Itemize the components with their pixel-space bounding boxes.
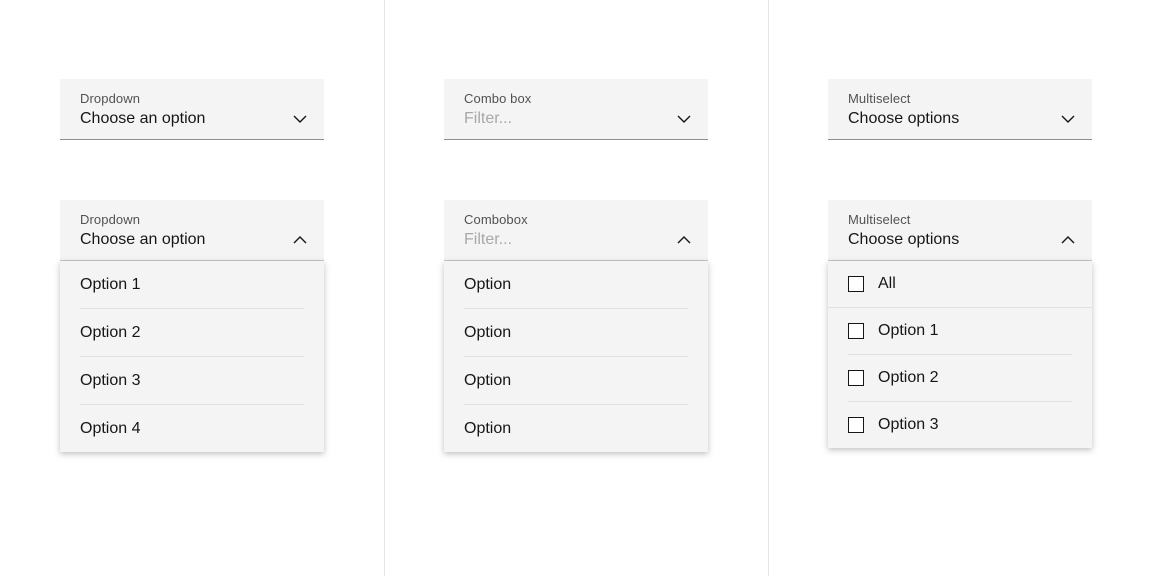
combobox-menu: Option Option Option Option xyxy=(444,261,708,452)
combobox-placeholder: Filter... xyxy=(464,110,512,128)
dropdown-label: Dropdown xyxy=(80,212,308,227)
combobox-placeholder: Filter... xyxy=(464,231,512,249)
dropdown-option[interactable]: Option 1 xyxy=(80,261,304,309)
checkbox-icon xyxy=(848,276,864,292)
multiselect-option[interactable]: Option 2 xyxy=(828,355,1092,401)
dropdown-option[interactable]: Option 3 xyxy=(80,357,304,405)
chevron-down-icon xyxy=(676,111,692,127)
multiselect-open[interactable]: Multiselect Choose options xyxy=(828,200,1092,261)
multiselect-value: Choose options xyxy=(848,110,959,128)
dropdown-open[interactable]: Dropdown Choose an option xyxy=(60,200,324,261)
combobox-option[interactable]: Option xyxy=(464,261,688,309)
checkbox-icon xyxy=(848,323,864,339)
chevron-up-icon xyxy=(292,232,308,248)
chevron-up-icon xyxy=(1060,232,1076,248)
chevron-down-icon xyxy=(292,111,308,127)
combobox-option[interactable]: Option xyxy=(464,405,688,452)
combobox-option[interactable]: Option xyxy=(464,357,688,405)
chevron-down-icon xyxy=(1060,111,1076,127)
multiselect-label: Multiselect xyxy=(848,91,1076,106)
option-label: All xyxy=(878,275,896,293)
dropdown-value: Choose an option xyxy=(80,110,205,128)
multiselect-option-all[interactable]: All xyxy=(828,261,1092,307)
dropdown-menu: Option 1 Option 2 Option 3 Option 4 xyxy=(60,261,324,452)
combobox-option[interactable]: Option xyxy=(464,309,688,357)
combobox-closed[interactable]: Combo box Filter... xyxy=(444,79,708,140)
multiselect-option[interactable]: Option 1 xyxy=(828,308,1092,354)
multiselect-value: Choose options xyxy=(848,231,959,249)
chevron-up-icon xyxy=(676,232,692,248)
combobox-label: Combobox xyxy=(464,212,692,227)
dropdown-label: Dropdown xyxy=(80,91,308,106)
combobox-open[interactable]: Combobox Filter... xyxy=(444,200,708,261)
option-label: Option 2 xyxy=(878,369,938,387)
multiselect-closed[interactable]: Multiselect Choose options xyxy=(828,79,1092,140)
checkbox-icon xyxy=(848,417,864,433)
combobox-label: Combo box xyxy=(464,91,692,106)
dropdown-closed[interactable]: Dropdown Choose an option xyxy=(60,79,324,140)
multiselect-menu: All Option 1 Option 2 Option 3 xyxy=(828,261,1092,448)
dropdown-option[interactable]: Option 4 xyxy=(80,405,304,452)
dropdown-option[interactable]: Option 2 xyxy=(80,309,304,357)
checkbox-icon xyxy=(848,370,864,386)
multiselect-label: Multiselect xyxy=(848,212,1076,227)
option-label: Option 1 xyxy=(878,322,938,340)
multiselect-option[interactable]: Option 3 xyxy=(828,402,1092,448)
dropdown-value: Choose an option xyxy=(80,231,205,249)
option-label: Option 3 xyxy=(878,416,938,434)
